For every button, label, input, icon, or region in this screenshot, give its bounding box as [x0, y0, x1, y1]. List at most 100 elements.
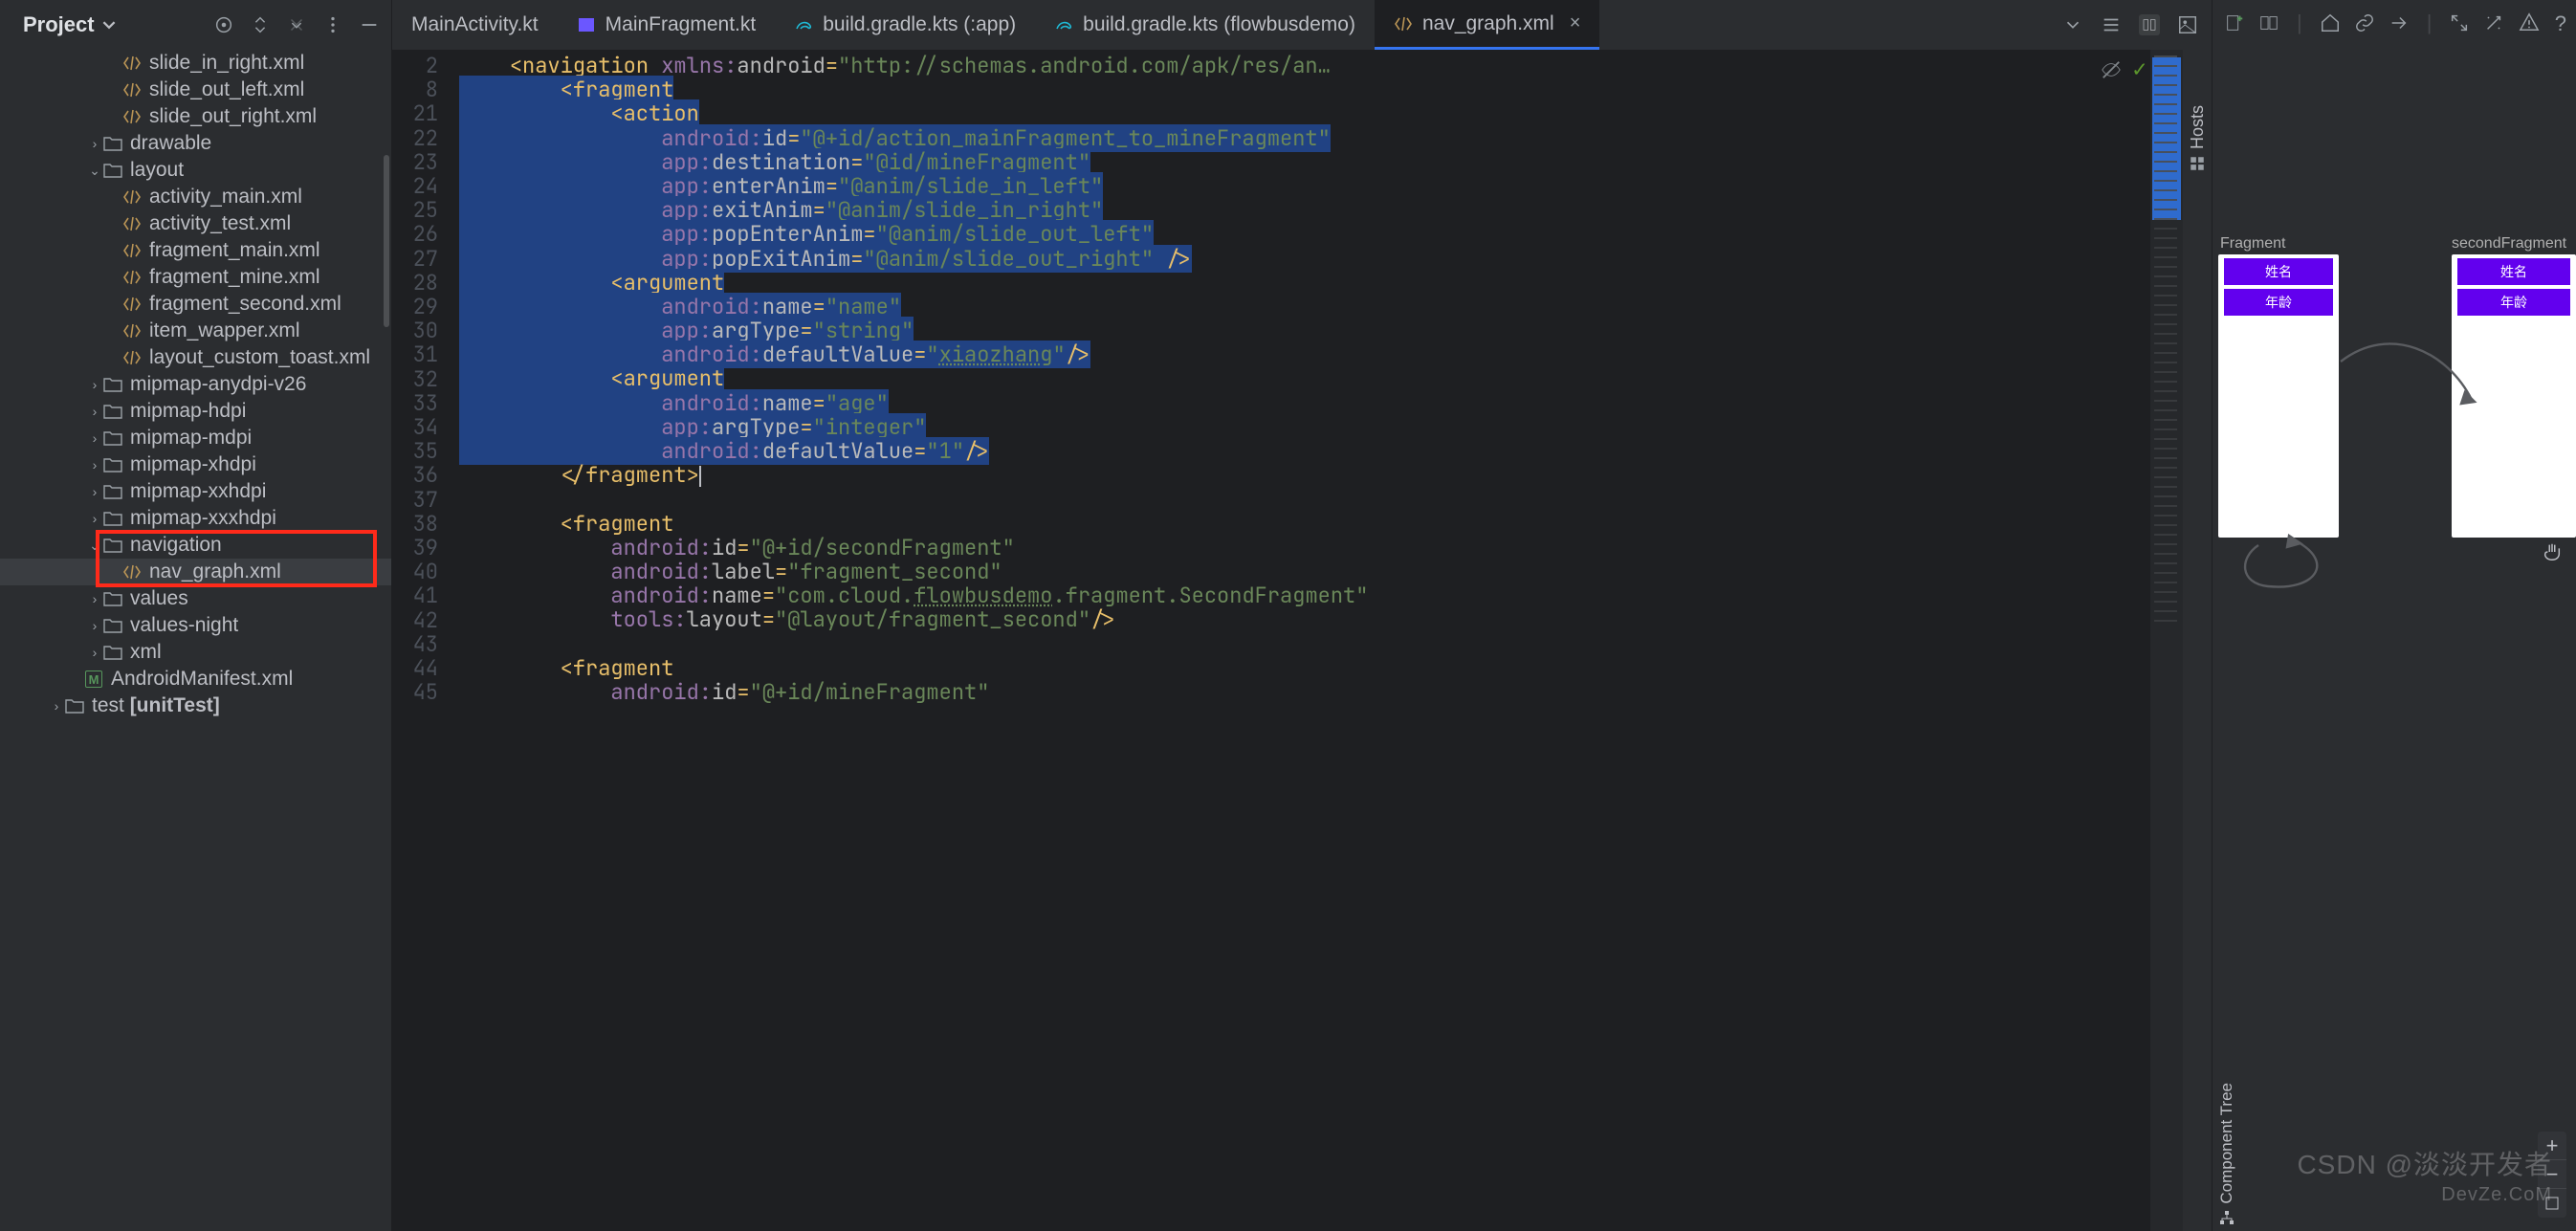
tree-item-label: drawable: [130, 132, 211, 155]
tab-build-gradle-kts-app-[interactable]: build.gradle.kts (:app): [775, 0, 1035, 50]
fragment-card-1[interactable]: 姓名 年龄: [2218, 254, 2339, 538]
frag2-btn-age: 年龄: [2457, 289, 2570, 316]
manifest-icon: M: [84, 670, 103, 688]
tree-row-mipmap-anydpi-v26[interactable]: ›mipmap-anydpi-v26: [0, 371, 391, 398]
zoom-controls: + −: [2538, 1132, 2566, 1218]
tree-row-navigation[interactable]: ⌄navigation: [0, 532, 391, 559]
minimize-icon[interactable]: [359, 14, 380, 35]
zoom-out-button[interactable]: −: [2538, 1160, 2566, 1189]
folder-icon: [103, 617, 122, 634]
frag1-btn-age: 年龄: [2224, 289, 2333, 316]
tree-row-layout[interactable]: ⌄layout: [0, 157, 391, 184]
folder-icon: [103, 510, 122, 527]
design-canvas[interactable]: Fragment secondFragment 姓名 年龄 姓名 年龄: [2213, 46, 2576, 1231]
tab-build-gradle-kts-flowbusdemo-[interactable]: build.gradle.kts (flowbusdemo): [1035, 0, 1375, 50]
tree-row-androidmanifest-xml[interactable]: M AndroidManifest.xml: [0, 666, 391, 692]
tree-row-mipmap-xxhdpi[interactable]: ›mipmap-xxhdpi: [0, 478, 391, 505]
frag1-btn-name: 姓名: [2224, 258, 2333, 285]
tree-row-xml[interactable]: ›xml: [0, 639, 391, 666]
add-destination-icon[interactable]: [2224, 12, 2245, 33]
auto-arrange-icon[interactable]: [2449, 12, 2470, 33]
nested-graph-icon[interactable]: [2258, 12, 2279, 33]
tree-row-nav-graph-xml[interactable]: nav_graph.xml: [0, 559, 391, 585]
xml-icon: [1394, 14, 1413, 33]
tab-label: nav_graph.xml: [1422, 12, 1554, 35]
home-icon[interactable]: [2320, 12, 2341, 33]
tree-row-slide-in-right-xml[interactable]: slide_in_right.xml: [0, 50, 391, 77]
xml-icon: [122, 563, 142, 581]
tree-item-label: slide_out_right.xml: [149, 105, 317, 128]
magic-icon[interactable]: [2483, 12, 2504, 33]
pan-icon[interactable]: [2542, 541, 2563, 568]
component-tree-strip[interactable]: Component Tree: [2213, 1083, 2241, 1231]
folder-icon: [65, 697, 84, 714]
minimap[interactable]: [2150, 50, 2183, 1231]
deeplink-icon[interactable]: [2354, 12, 2375, 33]
tree-item-label: navigation: [130, 534, 222, 557]
layout-icon[interactable]: [2177, 14, 2198, 35]
tree-item-label: mipmap-hdpi: [130, 400, 246, 423]
folder-icon: [103, 644, 122, 661]
list-icon[interactable]: [2101, 14, 2122, 35]
tree-row-slide-out-right-xml[interactable]: slide_out_right.xml: [0, 103, 391, 130]
gutter: 2821222324252627282930313233343536373839…: [392, 50, 451, 1231]
nav-self-arrow-icon: [2230, 534, 2335, 610]
tree-row-mipmap-xhdpi[interactable]: ›mipmap-xhdpi: [0, 451, 391, 478]
tree-row-mipmap-hdpi[interactable]: ›mipmap-hdpi: [0, 398, 391, 425]
project-tree[interactable]: slide_in_right.xmlslide_out_left.xmlslid…: [0, 50, 391, 1231]
tree-row-fragment-mine-xml[interactable]: fragment_mine.xml: [0, 264, 391, 291]
expand-icon[interactable]: [250, 14, 271, 35]
target-icon[interactable]: [213, 14, 234, 35]
warn-icon[interactable]: [2519, 11, 2540, 33]
kt-icon: [577, 15, 596, 34]
tree-row-fragment-second-xml[interactable]: fragment_second.xml: [0, 291, 391, 318]
more-icon[interactable]: [322, 14, 343, 35]
tree-item-label: fragment_second.xml: [149, 293, 341, 316]
code-pane[interactable]: 2821222324252627282930313233343536373839…: [392, 50, 2183, 1231]
scrollbar-thumb[interactable]: [384, 155, 389, 327]
chevron-down-icon[interactable]: [2062, 14, 2083, 35]
hosts-icon[interactable]: [2189, 155, 2206, 172]
xml-icon: [122, 215, 142, 232]
hide-icon[interactable]: [2101, 59, 2122, 80]
xml-icon: [122, 108, 142, 125]
tab-mainactivity-kt[interactable]: MainActivity.kt: [392, 0, 558, 50]
tree-row-drawable[interactable]: ›drawable: [0, 130, 391, 157]
tab-label: build.gradle.kts (flowbusdemo): [1083, 13, 1355, 36]
project-title[interactable]: Project: [23, 12, 213, 37]
arrow-right-icon[interactable]: [2389, 12, 2410, 33]
code-body[interactable]: <navigation xmlns:android="http://schema…: [451, 50, 2150, 1231]
zoom-fit-button[interactable]: [2538, 1189, 2566, 1218]
tab-mainfragment-kt[interactable]: MainFragment.kt: [558, 0, 776, 50]
help-icon[interactable]: ?: [2555, 11, 2566, 36]
tree-item-label: fragment_mine.xml: [149, 266, 320, 289]
zoom-in-button[interactable]: +: [2538, 1132, 2566, 1160]
tree-row-mipmap-xxxhdpi[interactable]: ›mipmap-xxxhdpi: [0, 505, 391, 532]
tree-row-values[interactable]: ›values: [0, 585, 391, 612]
tree-row-fragment-main-xml[interactable]: fragment_main.xml: [0, 237, 391, 264]
tree-item-label: slide_out_left.xml: [149, 78, 304, 101]
close-icon[interactable]: ×: [1570, 12, 1581, 34]
xml-icon: [122, 269, 142, 286]
split-icon[interactable]: [2139, 14, 2160, 35]
tree-row-item-wapper-xml[interactable]: item_wapper.xml: [0, 318, 391, 344]
tree-row-mipmap-mdpi[interactable]: ›mipmap-mdpi: [0, 425, 391, 451]
folder-icon: [103, 162, 122, 179]
tree-row-layout-custom-toast-xml[interactable]: layout_custom_toast.xml: [0, 344, 391, 371]
tree-row-activity-test-xml[interactable]: activity_test.xml: [0, 210, 391, 237]
tree-row-test-unittest-[interactable]: ›test [unitTest]: [0, 692, 391, 719]
folder-icon: [103, 537, 122, 554]
folder-icon: [103, 403, 122, 420]
frag2-btn-name: 姓名: [2457, 258, 2570, 285]
tab-nav-graph-xml[interactable]: nav_graph.xml ×: [1375, 0, 1599, 50]
tree-item-label: item_wapper.xml: [149, 319, 300, 342]
tree-item-label: AndroidManifest.xml: [111, 668, 293, 691]
folder-icon: [103, 376, 122, 393]
tree-item-label: values-night: [130, 614, 238, 637]
collapse-icon[interactable]: [286, 14, 307, 35]
tree-row-activity-main-xml[interactable]: activity_main.xml: [0, 184, 391, 210]
hosts-label[interactable]: Hosts: [2188, 105, 2208, 149]
tree-row-slide-out-left-xml[interactable]: slide_out_left.xml: [0, 77, 391, 103]
tree-row-values-night[interactable]: ›values-night: [0, 612, 391, 639]
tree-item-label: values: [130, 587, 188, 610]
